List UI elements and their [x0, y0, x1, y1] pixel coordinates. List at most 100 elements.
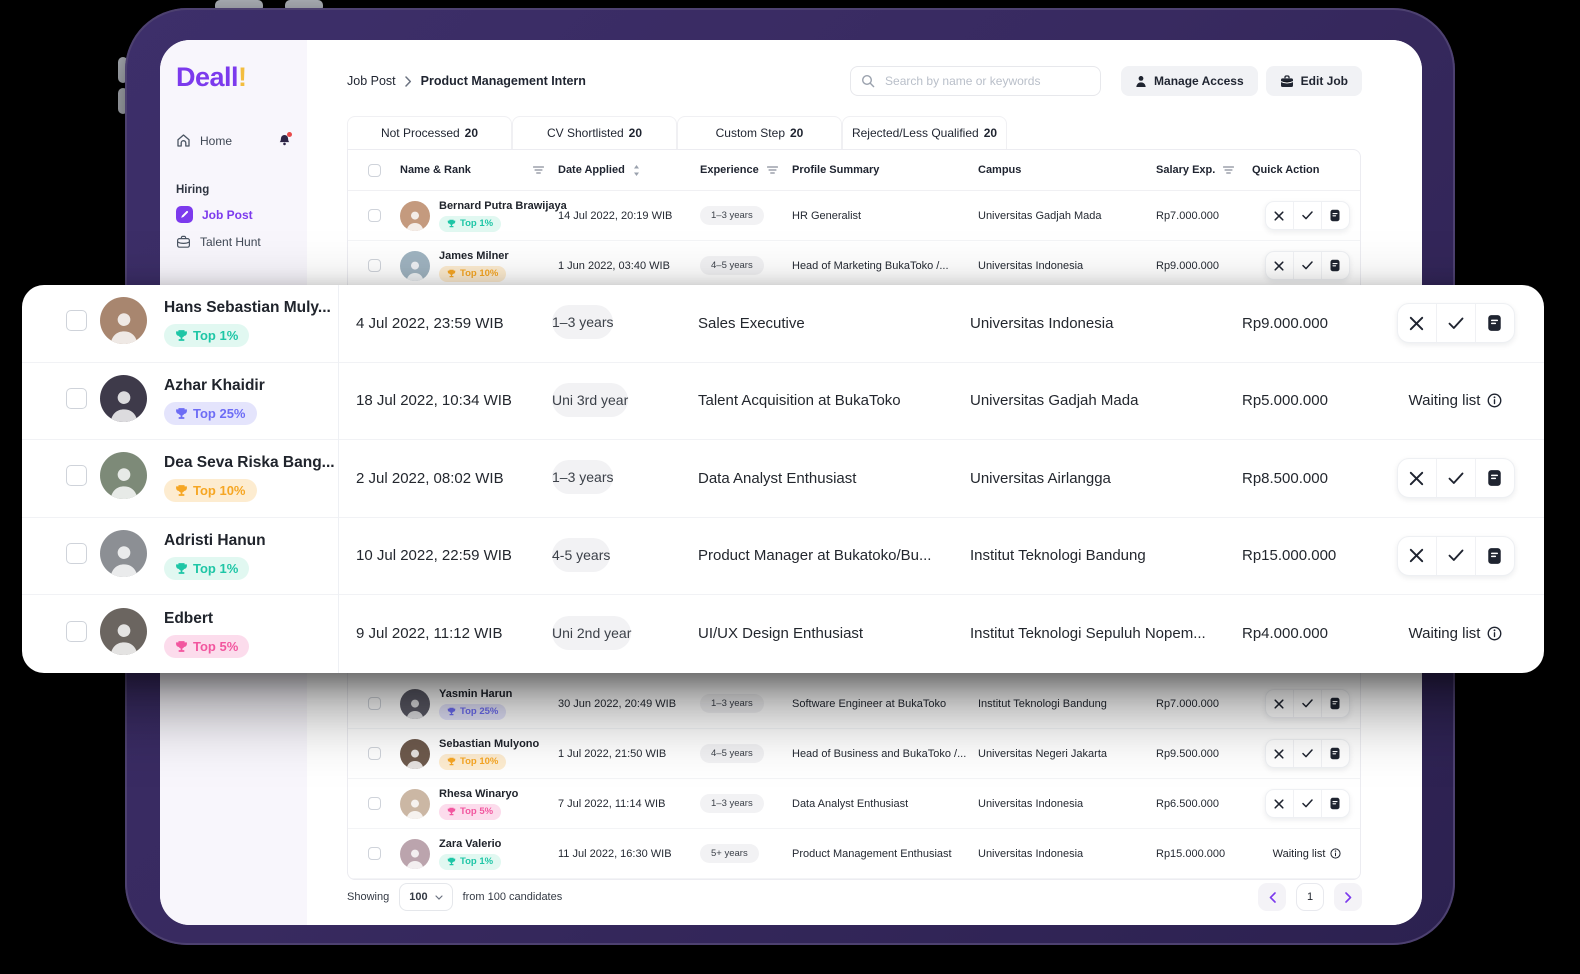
campus: Universitas Gadjah Mada: [970, 392, 1242, 409]
row-checkbox[interactable]: [368, 847, 381, 860]
column-header: Experience: [700, 164, 759, 176]
reject-button[interactable]: [1398, 459, 1436, 497]
manage-access-button[interactable]: Manage Access: [1121, 66, 1258, 96]
reject-button[interactable]: [1266, 202, 1293, 229]
cv-document-button[interactable]: [1475, 537, 1514, 575]
column-header: Date Applied: [558, 164, 625, 176]
profile-summary: UI/UX Design Enthusiast: [698, 625, 970, 642]
salary-expectation: Rp5.000.000: [1242, 392, 1383, 409]
cv-document-button[interactable]: [1321, 790, 1349, 817]
page-size-select[interactable]: 100: [399, 883, 452, 911]
reject-button[interactable]: [1398, 537, 1436, 575]
approve-button[interactable]: [1293, 790, 1321, 817]
trophy-icon: [175, 329, 188, 342]
sort-icon[interactable]: [633, 165, 640, 176]
waiting-list: Waiting list: [1273, 848, 1342, 860]
cv-document-button[interactable]: [1321, 690, 1349, 717]
page-number[interactable]: 1: [1296, 883, 1324, 911]
cv-document-button[interactable]: [1475, 304, 1514, 342]
cv-document-button[interactable]: [1475, 459, 1514, 497]
avatar: [100, 375, 147, 422]
overlay-table-row: Hans Sebastian Muly... Top 1% 4 Jul 2022…: [22, 285, 1544, 363]
edit-job-button[interactable]: Edit Job: [1266, 66, 1362, 96]
approve-button[interactable]: [1293, 252, 1321, 279]
tab[interactable]: Rejected/Less Qualified 20: [842, 116, 1007, 149]
tab-count: 20: [465, 126, 478, 140]
row-checkbox[interactable]: [66, 310, 87, 331]
search-bar[interactable]: [850, 66, 1101, 96]
reject-button[interactable]: [1266, 690, 1293, 717]
tab[interactable]: Custom Step 20: [677, 116, 842, 149]
profile-summary: Software Engineer at BukaToko: [792, 698, 978, 710]
candidate-name: Yasmin Harun: [439, 688, 512, 700]
info-icon[interactable]: [1487, 626, 1502, 641]
sidebar-item-job-post[interactable]: Job Post: [172, 200, 295, 229]
next-page-button[interactable]: [1334, 883, 1362, 911]
select-all-checkbox[interactable]: [368, 164, 381, 177]
approve-button[interactable]: [1436, 537, 1475, 575]
reject-button[interactable]: [1266, 790, 1293, 817]
profile-summary: Head of Business and BukaToko /...: [792, 748, 978, 760]
row-checkbox[interactable]: [368, 797, 381, 810]
search-icon: [861, 74, 875, 88]
row-checkbox[interactable]: [66, 388, 87, 409]
logo-text: Deall: [176, 62, 238, 92]
column-header: Name & Rank: [400, 164, 471, 176]
search-input[interactable]: [883, 73, 1090, 89]
salary-expectation: Rp7.000.000: [1156, 210, 1252, 222]
prev-page-button[interactable]: [1258, 883, 1286, 911]
date-applied: 11 Jul 2022, 16:30 WIB: [558, 848, 700, 860]
rank-label: Top 1%: [460, 856, 493, 867]
trophy-icon: [447, 857, 456, 866]
row-checkbox[interactable]: [66, 543, 87, 564]
cv-document-button[interactable]: [1321, 202, 1349, 229]
approve-button[interactable]: [1293, 740, 1321, 767]
tab-count: 20: [629, 126, 642, 140]
info-icon[interactable]: [1487, 393, 1502, 408]
button-label: Edit Job: [1301, 74, 1348, 88]
cv-document-button[interactable]: [1321, 252, 1349, 279]
trophy-icon: [175, 407, 188, 420]
approve-button[interactable]: [1436, 304, 1475, 342]
table-row: Bernard Putra Brawijaya Top 1% 14 Jul 20…: [348, 191, 1360, 241]
trophy-icon: [447, 269, 456, 278]
filter-icon[interactable]: [1223, 166, 1234, 174]
chevron-down-icon: [435, 895, 443, 900]
tab[interactable]: Not Processed 20: [347, 116, 512, 149]
row-checkbox[interactable]: [66, 621, 87, 642]
row-checkbox[interactable]: [368, 747, 381, 760]
row-checkbox[interactable]: [368, 697, 381, 710]
waiting-list: Waiting list: [1409, 625, 1503, 642]
overlay-rows: Hans Sebastian Muly... Top 1% 4 Jul 2022…: [22, 285, 1544, 673]
sidebar-item-talent-hunt[interactable]: Talent Hunt: [172, 229, 295, 255]
cv-document-button[interactable]: [1321, 740, 1349, 767]
app-logo[interactable]: Deall!: [176, 62, 307, 93]
reject-button[interactable]: [1398, 304, 1436, 342]
sidebar-item-home[interactable]: Home: [172, 127, 295, 154]
candidate-name: Zara Valerio: [439, 838, 501, 850]
approve-button[interactable]: [1436, 459, 1475, 497]
row-checkbox[interactable]: [66, 465, 87, 486]
reject-button[interactable]: [1266, 740, 1293, 767]
salary-expectation: Rp9.000.000: [1156, 260, 1252, 272]
approve-button[interactable]: [1293, 690, 1321, 717]
approve-button[interactable]: [1293, 202, 1321, 229]
rank-label: Top 5%: [460, 806, 493, 817]
notification-bell-icon[interactable]: [278, 134, 291, 148]
candidate-name: Dea Seva Riska Bang...: [164, 454, 338, 472]
reject-button[interactable]: [1266, 252, 1293, 279]
row-checkbox[interactable]: [368, 209, 381, 222]
rank-label: Top 1%: [193, 561, 238, 576]
campus: Universitas Indonesia: [978, 848, 1156, 860]
breadcrumb-parent[interactable]: Job Post: [347, 74, 396, 88]
profile-summary: Product Manager at Bukatoko/Bu...: [698, 547, 970, 564]
tab[interactable]: CV Shortlisted 20: [512, 116, 677, 149]
rank-label: Top 25%: [460, 706, 498, 717]
filter-icon[interactable]: [533, 166, 544, 174]
filter-icon[interactable]: [767, 166, 778, 174]
sidebar-item-label: Talent Hunt: [200, 235, 261, 249]
campus: Institut Teknologi Sepuluh Nopem...: [970, 625, 1242, 642]
experience-chip: 4–5 years: [700, 744, 764, 763]
row-checkbox[interactable]: [368, 259, 381, 272]
info-icon[interactable]: [1330, 848, 1341, 859]
